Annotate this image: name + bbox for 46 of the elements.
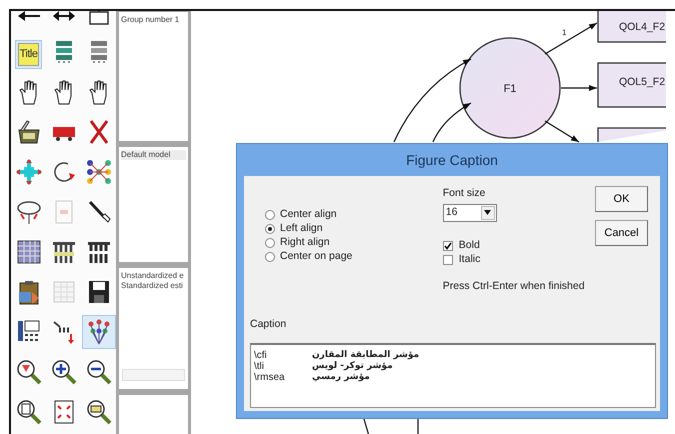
checkbox-label[interactable]: Italic	[458, 252, 480, 268]
radio-label[interactable]: Center align	[280, 207, 337, 223]
caption-text: مؤشر رمسي	[312, 372, 370, 383]
connector-line	[363, 418, 370, 434]
caption-code: \tli	[254, 361, 265, 372]
path-arrow	[561, 85, 597, 91]
connector-line	[417, 419, 419, 434]
caption-text: مؤشر توكر- لويس	[312, 361, 393, 372]
field-label: Font size	[442, 186, 486, 201]
checkbox[interactable]	[442, 254, 453, 265]
caption-label: Caption	[250, 317, 286, 332]
caption-text: مؤشر المطابقة المقارن	[312, 350, 420, 361]
ok-button[interactable]: OK	[595, 186, 648, 212]
path-arrow	[544, 22, 598, 55]
list-item[interactable]: Group number 1	[121, 15, 186, 25]
checkbox-label[interactable]: Bold	[458, 238, 480, 254]
horizontal-scrollbar[interactable]	[122, 369, 185, 382]
checkbox[interactable]	[442, 240, 453, 251]
radio-button[interactable]	[265, 238, 275, 248]
caption-code: \cfi	[254, 350, 268, 361]
node-label: QOL4_F2	[618, 21, 666, 33]
font-size-dropdown[interactable]: 16	[442, 204, 497, 222]
caption-code: \rmsea	[254, 372, 286, 383]
observed-variable-node	[597, 11, 666, 43]
node-label: QOL5_F2	[618, 76, 666, 88]
radio-label[interactable]: Left align	[280, 221, 323, 237]
toolbar-button[interactable]: Title	[14, 40, 42, 69]
cancel-button[interactable]: Cancel	[595, 220, 648, 246]
list-item[interactable]: Default model	[121, 150, 186, 160]
caret-icon[interactable]	[484, 210, 492, 216]
radio-label[interactable]: Right align	[280, 235, 330, 251]
radio-button[interactable]	[265, 224, 275, 234]
dialog-title: Figure Caption	[405, 150, 499, 170]
list-panel	[119, 395, 188, 434]
observed-variable-node	[597, 62, 666, 108]
dropdown-value: 16	[446, 204, 458, 220]
path-arrow	[544, 120, 580, 143]
observed-variable-node	[597, 127, 666, 143]
radio-button[interactable]	[265, 252, 275, 262]
list-item[interactable]: Unstandardized e	[121, 270, 186, 281]
hint-text: Press Ctrl-Enter when finished	[442, 278, 586, 294]
radio-button[interactable]	[265, 210, 275, 220]
node-label: F1	[504, 83, 516, 95]
path-label: 1	[562, 28, 566, 37]
list-item[interactable]: Standardized esti	[121, 280, 186, 291]
radio-label[interactable]: Center on page	[280, 249, 352, 265]
